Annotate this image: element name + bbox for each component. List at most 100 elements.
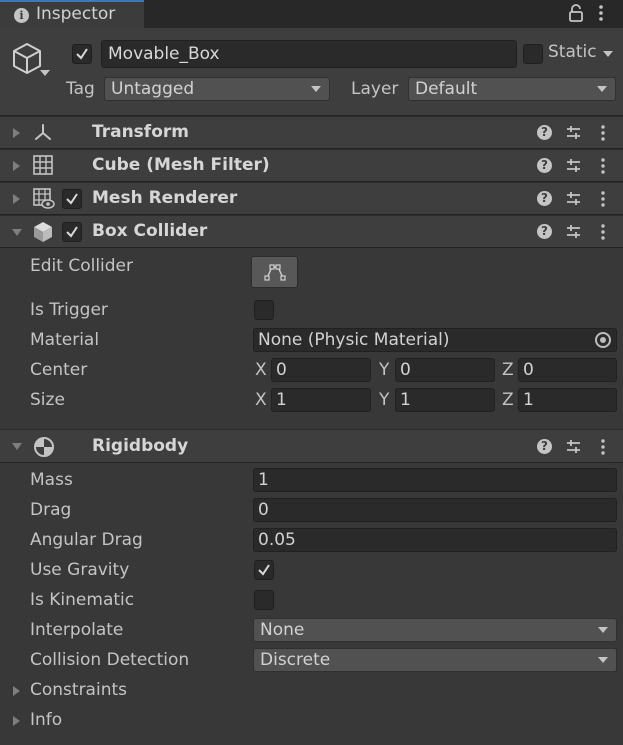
layer-label: Layer <box>351 79 399 99</box>
foldout-arrow-icon[interactable] <box>13 128 20 138</box>
component-header-mesh-filter[interactable]: Cube (Mesh Filter) ? <box>0 149 623 182</box>
kebab-menu-icon[interactable] <box>600 124 606 147</box>
center-y-label[interactable]: Y <box>379 360 389 380</box>
box-collider-enabled-checkbox[interactable] <box>62 222 82 242</box>
collision-detection-dropdown[interactable]: Discrete <box>253 648 617 672</box>
component-header-box-collider[interactable]: Box Collider ? <box>0 215 623 248</box>
is-kinematic-label: Is Kinematic <box>30 590 135 610</box>
interpolate-dropdown[interactable]: None <box>253 618 617 642</box>
material-label: Material <box>30 330 100 350</box>
kebab-menu-icon[interactable] <box>600 438 606 461</box>
size-y-field[interactable]: 1 <box>395 388 495 412</box>
interpolate-value: None <box>260 620 305 640</box>
tag-label: Tag <box>66 79 95 99</box>
edit-collider-button[interactable] <box>251 256 298 288</box>
tab-label: Inspector <box>36 4 116 24</box>
center-z-field[interactable]: 0 <box>518 358 617 382</box>
static-label[interactable]: Static <box>548 42 597 62</box>
info-foldout[interactable]: Info <box>30 710 62 730</box>
foldout-arrow-icon[interactable] <box>13 161 20 171</box>
constraints-foldout-icon[interactable] <box>13 686 20 696</box>
chevron-down-icon[interactable] <box>40 70 50 76</box>
center-label: Center <box>30 360 88 380</box>
sliders-icon[interactable] <box>566 191 581 211</box>
object-picker-icon[interactable] <box>595 332 611 348</box>
layer-value: Default <box>415 79 478 99</box>
material-field[interactable]: None (Physic Material) <box>253 328 617 352</box>
interpolate-label: Interpolate <box>30 620 124 640</box>
active-checkbox[interactable] <box>72 44 92 64</box>
edit-collider-icon <box>264 263 286 286</box>
angular-drag-field[interactable]: 0.05 <box>253 528 617 552</box>
help-icon[interactable]: ? <box>537 191 552 206</box>
chevron-down-icon <box>598 657 608 663</box>
component-title: Rigidbody <box>92 436 189 456</box>
mesh-renderer-enabled-checkbox[interactable] <box>62 189 82 209</box>
collision-detection-value: Discrete <box>260 650 331 670</box>
sliders-icon[interactable] <box>566 158 581 178</box>
static-checkbox[interactable] <box>523 44 543 64</box>
mass-label: Mass <box>30 470 73 490</box>
component-title: Box Collider <box>92 221 208 241</box>
grid-icon <box>33 155 53 180</box>
foldout-arrow-icon[interactable] <box>13 194 20 204</box>
drag-field[interactable]: 0 <box>253 498 617 522</box>
size-label: Size <box>30 390 65 410</box>
chevron-down-icon <box>311 86 321 92</box>
cube-solid-icon <box>33 221 53 248</box>
kebab-menu-icon[interactable] <box>598 4 604 27</box>
size-z-label[interactable]: Z <box>502 390 514 410</box>
help-icon[interactable]: ? <box>537 439 552 454</box>
sliders-icon[interactable] <box>566 125 581 145</box>
info-icon: i <box>14 8 29 23</box>
transform-axes-icon <box>32 122 54 149</box>
center-x-label[interactable]: X <box>255 360 267 380</box>
material-value: None (Physic Material) <box>258 330 450 350</box>
sliders-icon[interactable] <box>566 439 581 459</box>
component-title: Cube (Mesh Filter) <box>92 155 270 175</box>
kebab-menu-icon[interactable] <box>600 190 606 213</box>
tab-inspector[interactable]: i Inspector <box>0 0 144 28</box>
collision-detection-label: Collision Detection <box>30 650 190 670</box>
chevron-down-icon <box>597 86 607 92</box>
component-header-transform[interactable]: Transform ? <box>0 116 623 149</box>
info-foldout-icon[interactable] <box>13 716 20 726</box>
lock-icon[interactable] <box>569 4 583 27</box>
center-x-field[interactable]: 0 <box>271 358 371 382</box>
sliders-icon[interactable] <box>566 224 581 244</box>
component-header-rigidbody[interactable]: Rigidbody ? <box>0 429 623 463</box>
size-x-label[interactable]: X <box>255 390 267 410</box>
center-z-label[interactable]: Z <box>502 360 514 380</box>
foldout-arrow-icon[interactable] <box>12 443 22 450</box>
cube-outline-icon[interactable] <box>12 42 42 79</box>
size-y-label[interactable]: Y <box>379 390 389 410</box>
tag-value: Untagged <box>111 79 195 99</box>
component-header-mesh-renderer[interactable]: Mesh Renderer ? <box>0 182 623 215</box>
is-trigger-label: Is Trigger <box>30 300 108 320</box>
layer-dropdown[interactable]: Default <box>408 77 616 101</box>
object-name-field[interactable]: Movable_Box <box>101 40 517 68</box>
help-icon[interactable]: ? <box>537 158 552 173</box>
angular-drag-label: Angular Drag <box>30 530 143 550</box>
is-kinematic-checkbox[interactable] <box>254 590 274 610</box>
kebab-menu-icon[interactable] <box>600 157 606 180</box>
edit-collider-label: Edit Collider <box>30 256 134 276</box>
size-x-field[interactable]: 1 <box>271 388 371 412</box>
tag-dropdown[interactable]: Untagged <box>104 77 330 101</box>
center-y-field[interactable]: 0 <box>395 358 495 382</box>
use-gravity-checkbox[interactable] <box>254 560 274 580</box>
mass-field[interactable]: 1 <box>253 468 617 492</box>
drag-label: Drag <box>30 500 72 520</box>
static-dropdown-icon[interactable] <box>603 51 613 57</box>
kebab-menu-icon[interactable] <box>600 223 606 246</box>
use-gravity-label: Use Gravity <box>30 560 130 580</box>
constraints-foldout[interactable]: Constraints <box>30 680 127 700</box>
rigidbody-circle-icon <box>33 436 55 463</box>
help-icon[interactable]: ? <box>537 224 552 239</box>
is-trigger-checkbox[interactable] <box>254 300 274 320</box>
component-title: Transform <box>92 122 189 142</box>
foldout-arrow-icon[interactable] <box>12 229 22 236</box>
size-z-field[interactable]: 1 <box>518 388 617 412</box>
help-icon[interactable]: ? <box>537 125 552 140</box>
grid-eye-icon <box>33 188 55 215</box>
